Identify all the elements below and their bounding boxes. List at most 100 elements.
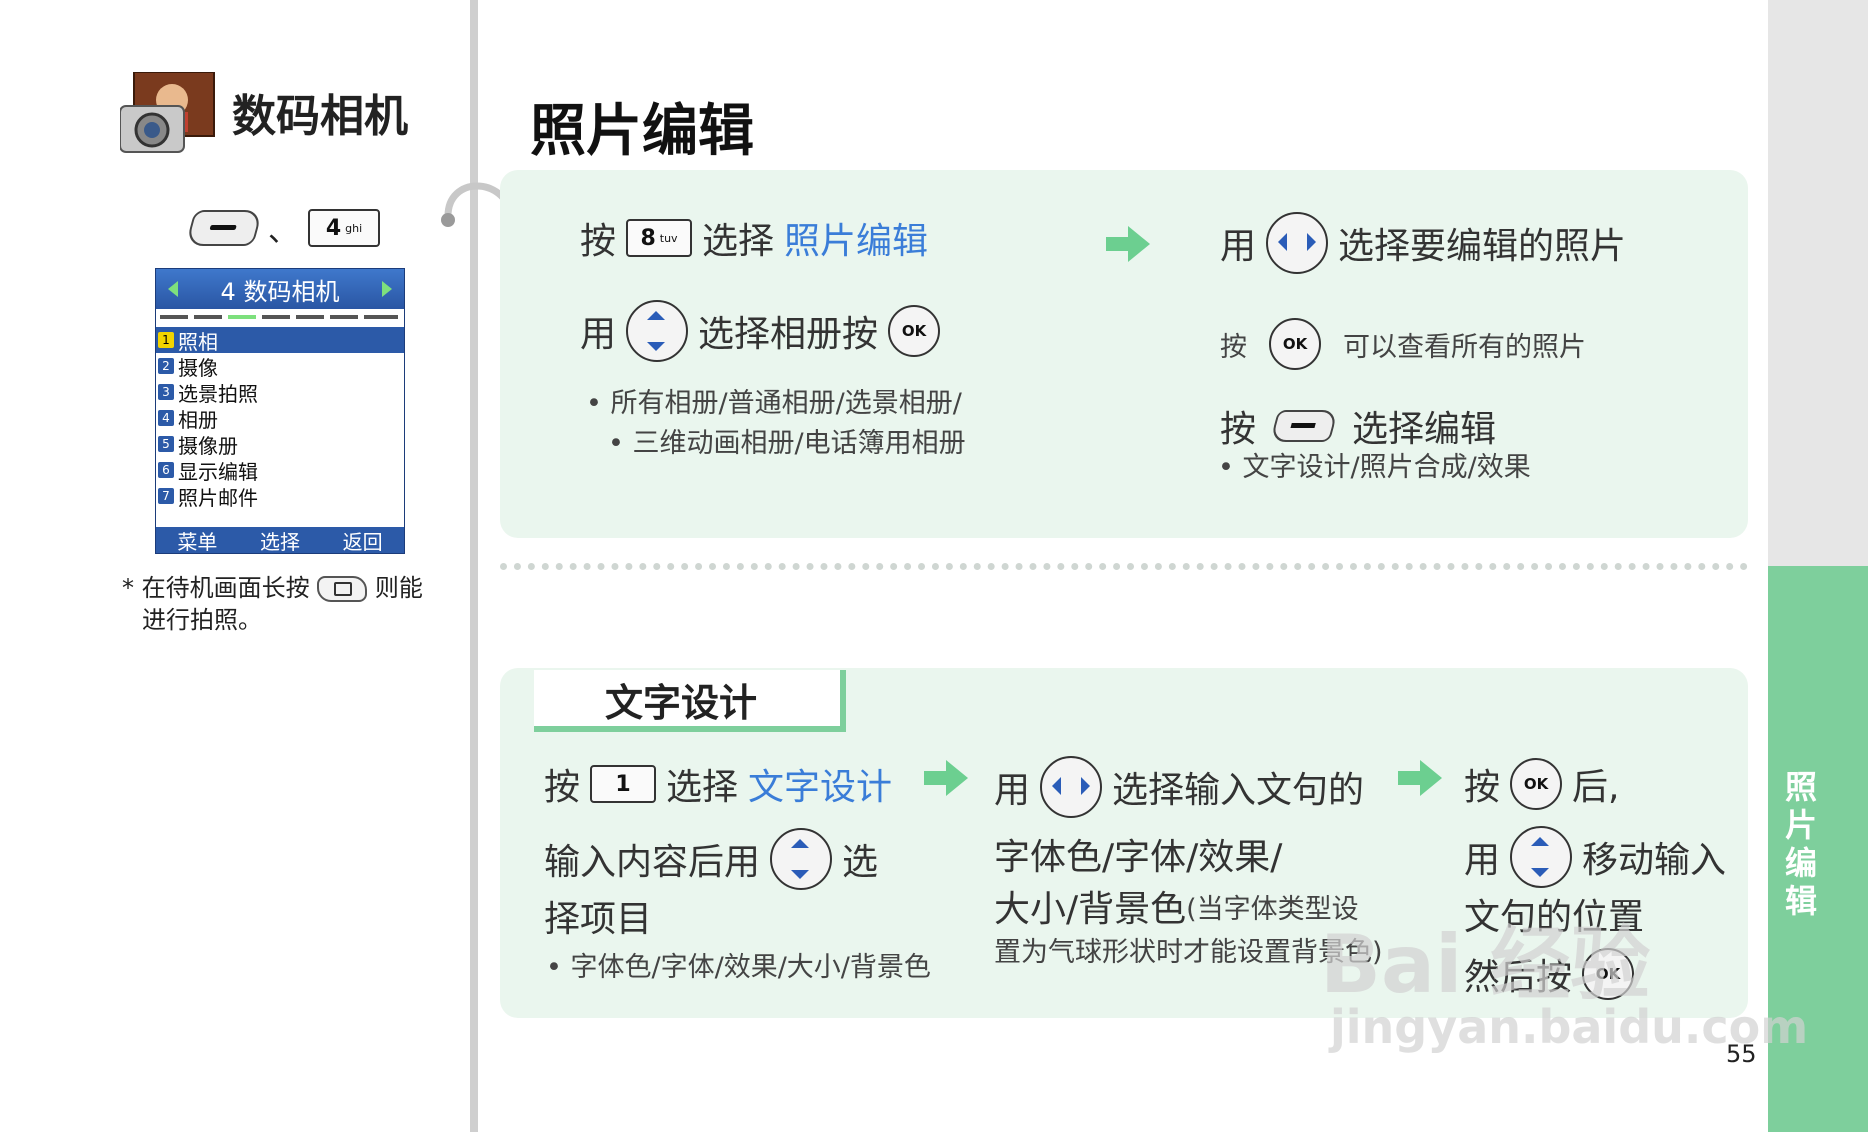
td-col2-step: 用 选择输入文句的 bbox=[994, 756, 1364, 818]
step-select-album: 用 选择相册按 OK bbox=[580, 300, 941, 362]
number-key-8: 8 tuv bbox=[626, 219, 693, 257]
step1-press: 按 bbox=[580, 221, 617, 262]
key-8-sub: tuv bbox=[659, 231, 678, 245]
album-bullet-line2-text: 三维动画相册/电话簿用相册 bbox=[632, 428, 966, 459]
menu-item-label: 显示编辑 bbox=[178, 459, 258, 484]
td-input-line: 输入内容后用 选 bbox=[544, 828, 878, 890]
edit-options-bullet: 文字设计/照片合成/效果 bbox=[1218, 448, 1531, 488]
step5-press: 按 bbox=[1220, 409, 1257, 450]
phone-menu-list: 1 照相 2 摄像 3 选景拍照 4 相册 5 摄像册 6 显示编辑 7 照片邮件 bbox=[156, 327, 404, 527]
page-number: 55 bbox=[1726, 1040, 1757, 1068]
step4-press: 按 bbox=[1220, 331, 1247, 363]
menu-item-number: 2 bbox=[158, 358, 174, 374]
phone-menu-item[interactable]: 5 摄像册 bbox=[156, 431, 404, 458]
album-bullet-line2: 三维动画相册/电话簿用相册 bbox=[586, 424, 966, 464]
td3-use: 用 bbox=[1464, 840, 1501, 881]
key-sequence: 、 4 ghi bbox=[185, 208, 380, 249]
step1-select: 选择 bbox=[702, 221, 775, 262]
note-suffix: 则能 bbox=[374, 574, 423, 602]
section-title: 数码相机 bbox=[232, 91, 408, 142]
ok-button-icon: OK bbox=[888, 305, 941, 357]
nav-up-down-icon bbox=[1510, 826, 1573, 888]
note-line2: 进行拍照。 bbox=[142, 606, 262, 634]
right-arrow-icon bbox=[382, 281, 392, 297]
td3-move: 移动输入 bbox=[1582, 840, 1727, 881]
td2-use: 用 bbox=[994, 770, 1031, 811]
td-select: 选择 bbox=[666, 767, 739, 808]
nav-up-down-icon bbox=[770, 828, 833, 890]
menu-item-number: 4 bbox=[158, 410, 174, 426]
menu-item-label: 照片邮件 bbox=[178, 485, 258, 510]
td-line3: 择项目 bbox=[544, 899, 653, 940]
key-4-label: 4 bbox=[325, 215, 342, 241]
phone-menu-item[interactable]: 4 相册 bbox=[156, 405, 404, 432]
ok-button-icon: OK bbox=[1269, 318, 1321, 370]
step-choose-photo: 用 选择要编辑的照片 bbox=[1220, 212, 1626, 274]
menu-item-number: 6 bbox=[158, 462, 174, 478]
phone-header-title: 4 数码相机 bbox=[220, 277, 340, 306]
album-bullet-line1: 所有相册/普通相册/选景相册/ bbox=[586, 384, 966, 424]
td2-line3-row: 大小/背景色 (当字体类型设 bbox=[994, 880, 1359, 932]
menu-item-number: 5 bbox=[158, 436, 174, 452]
phone-header: 4 数码相机 bbox=[156, 269, 404, 309]
nav-up-down-icon bbox=[626, 300, 689, 362]
left-arrow-icon bbox=[168, 281, 178, 297]
step5-text: 选择编辑 bbox=[1352, 409, 1497, 450]
td2-line2: 字体色/字体/效果/ bbox=[994, 837, 1283, 878]
td-press: 按 bbox=[544, 767, 581, 808]
note-prefix: * 在待机画面长按 bbox=[122, 574, 310, 602]
watermark: Bai 经验 bbox=[1320, 918, 1651, 1011]
text-design-link: 文字设计 bbox=[748, 767, 893, 808]
photo-edit-link: 照片编辑 bbox=[784, 221, 929, 262]
camera-icon bbox=[119, 71, 216, 156]
td-col3-move: 用 移动输入 bbox=[1464, 826, 1726, 888]
step-select-photo-edit: 按 8 tuv 选择 照片编辑 bbox=[580, 212, 928, 264]
td2-line3: 大小/背景色 bbox=[994, 889, 1187, 930]
camera-note: * 在待机画面长按 则能 进行拍照。 bbox=[122, 572, 452, 636]
camera-key-icon bbox=[317, 576, 368, 602]
nav-left-right-icon bbox=[1040, 756, 1103, 818]
step2-use: 用 bbox=[580, 314, 617, 355]
phone-menu-item[interactable]: 1 照相 bbox=[156, 327, 404, 354]
td3-after: 后, bbox=[1572, 767, 1620, 808]
td2-text: 选择输入文句的 bbox=[1112, 770, 1365, 811]
phone-softkeys: 菜单 选择 返回 bbox=[156, 526, 404, 555]
step4-text: 可以查看所有的照片 bbox=[1343, 331, 1586, 363]
td-options-bullet: 字体色/字体/效果/大小/背景色 bbox=[546, 948, 931, 988]
phone-menu-item[interactable]: 3 选景拍照 bbox=[156, 379, 404, 406]
softkey-back[interactable]: 返回 bbox=[343, 526, 383, 555]
menu-item-label: 照相 bbox=[178, 329, 218, 354]
phone-menu-item[interactable]: 6 显示编辑 bbox=[156, 457, 404, 484]
nav-left-right-icon bbox=[1266, 212, 1329, 274]
ok-button-icon: OK bbox=[1510, 758, 1563, 810]
soft-key-icon bbox=[1269, 410, 1339, 442]
menu-item-label: 摄像册 bbox=[178, 433, 238, 458]
phone-menu-item[interactable]: 7 照片邮件 bbox=[156, 483, 404, 510]
step2-text: 选择相册按 bbox=[698, 314, 879, 355]
key-separator: 、 bbox=[268, 214, 298, 249]
td-line2a: 输入内容后用 bbox=[544, 842, 761, 883]
step-view-all: 按 OK 可以查看所有的照片 bbox=[1220, 318, 1586, 370]
td-line2b: 选 bbox=[842, 842, 879, 883]
step-select-edit: 按 选择编辑 bbox=[1220, 400, 1496, 452]
td-col3-step: 按 OK 后, bbox=[1464, 758, 1619, 810]
arrow-right-icon bbox=[924, 760, 968, 796]
phone-screen: 4 数码相机 1 照相 2 摄像 3 选景拍照 4 相册 5 摄像册 6 显示编辑 7 照片邮… bbox=[155, 268, 405, 554]
td3-press: 按 bbox=[1464, 767, 1501, 808]
chapter-tab-label: 照片编辑 bbox=[1780, 770, 1818, 922]
menu-item-label: 选景拍照 bbox=[178, 381, 258, 406]
menu-item-number: 7 bbox=[158, 488, 174, 504]
menu-item-label: 相册 bbox=[178, 407, 218, 432]
softkey-menu[interactable]: 菜单 bbox=[177, 526, 217, 555]
number-key-1: 1 bbox=[590, 765, 657, 803]
arrow-right-icon bbox=[1106, 226, 1150, 262]
phone-menu-item[interactable]: 2 摄像 bbox=[156, 353, 404, 380]
step-select-text-design: 按 1 选择 文字设计 bbox=[544, 758, 892, 810]
step3-text: 选择要编辑的照片 bbox=[1338, 226, 1627, 267]
dotted-divider bbox=[500, 563, 1748, 570]
softkey-select[interactable]: 选择 bbox=[260, 526, 300, 555]
menu-item-label: 摄像 bbox=[178, 355, 218, 380]
key-8-label: 8 bbox=[640, 225, 656, 251]
key-4-sub: ghi bbox=[345, 221, 363, 235]
album-list-bullet: 所有相册/普通相册/选景相册/ 三维动画相册/电话簿用相册 bbox=[586, 384, 966, 464]
